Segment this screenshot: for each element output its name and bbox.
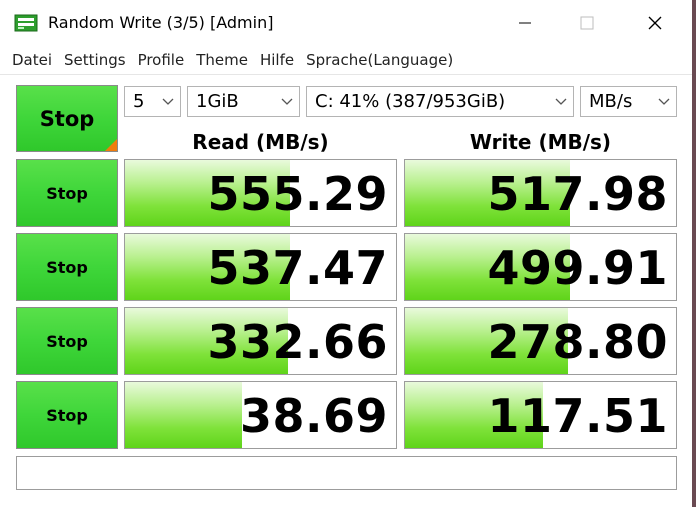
- read-result-row-3: 332.66: [124, 307, 397, 375]
- window-title: Random Write (3/5) [Admin]: [48, 13, 274, 32]
- chevron-down-icon: [156, 87, 180, 116]
- write-value: 278.80: [487, 315, 668, 369]
- read-header: Read (MB/s): [192, 130, 329, 154]
- read-result-row-2: 537.47: [124, 233, 397, 301]
- stop-button-row-1[interactable]: Stop: [16, 159, 118, 227]
- menu-theme[interactable]: Theme: [190, 46, 254, 74]
- read-value: 332.66: [207, 315, 388, 369]
- chevron-down-icon: [549, 87, 573, 116]
- write-value: 117.51: [487, 389, 668, 443]
- read-result-row-4: 38.69: [124, 381, 397, 449]
- stop-all-label: Stop: [39, 106, 95, 131]
- menu-hilfe[interactable]: Hilfe: [254, 46, 300, 74]
- stop-button-row-2[interactable]: Stop: [16, 233, 118, 301]
- app-window: Random Write (3/5) [Admin] Datei Setting…: [0, 0, 692, 507]
- comment-field[interactable]: [16, 456, 677, 490]
- drive-select[interactable]: C: 41% (387/953GiB): [306, 86, 574, 117]
- menu-datei[interactable]: Datei: [0, 46, 58, 74]
- title-bar[interactable]: Random Write (3/5) [Admin]: [0, 0, 692, 46]
- unit-select[interactable]: MB/s: [580, 86, 677, 117]
- write-result-row-4: 117.51: [404, 381, 677, 449]
- stop-label: Stop: [46, 331, 88, 351]
- benchmark-panel: Stop 5 1GiB C: 41% (387/953GiB) MB/s Rea…: [0, 75, 692, 507]
- chevron-down-icon: [275, 87, 299, 116]
- minimize-icon: [519, 22, 531, 24]
- test-count-select[interactable]: 5: [124, 86, 181, 117]
- chevron-down-icon: [652, 87, 676, 116]
- write-result-row-2: 499.91: [404, 233, 677, 301]
- maximize-button[interactable]: [564, 0, 610, 46]
- stop-label: Stop: [46, 183, 88, 203]
- corner-marker: [105, 139, 117, 151]
- menu-settings[interactable]: Settings: [58, 46, 132, 74]
- write-result-row-1: 517.98: [404, 159, 677, 227]
- unit-value: MB/s: [589, 91, 633, 112]
- stop-button-row-3[interactable]: Stop: [16, 307, 118, 375]
- menu-sprache[interactable]: Sprache(Language): [300, 46, 459, 74]
- close-icon: [648, 16, 662, 30]
- stop-label: Stop: [46, 405, 88, 425]
- write-result-row-3: 278.80: [404, 307, 677, 375]
- stop-label: Stop: [46, 257, 88, 277]
- minimize-button[interactable]: [502, 0, 548, 46]
- close-button[interactable]: [632, 0, 678, 46]
- read-value: 38.69: [239, 389, 388, 443]
- stop-all-button[interactable]: Stop: [16, 85, 118, 152]
- test-count-value: 5: [133, 91, 145, 112]
- write-value: 499.91: [487, 241, 668, 295]
- test-size-value: 1GiB: [196, 91, 239, 112]
- write-value: 517.98: [487, 167, 668, 221]
- drive-value: C: 41% (387/953GiB): [315, 91, 506, 112]
- read-value: 537.47: [207, 241, 388, 295]
- drive-icon: [14, 14, 38, 32]
- read-result-row-1: 555.29: [124, 159, 397, 227]
- write-header: Write (MB/s): [469, 130, 612, 154]
- maximize-icon: [580, 16, 594, 30]
- menu-bar: Datei Settings Profile Theme Hilfe Sprac…: [0, 46, 692, 74]
- menu-profile[interactable]: Profile: [132, 46, 191, 74]
- read-bar: [125, 382, 242, 448]
- read-value: 555.29: [207, 167, 388, 221]
- stop-button-row-4[interactable]: Stop: [16, 381, 118, 449]
- test-size-select[interactable]: 1GiB: [187, 86, 300, 117]
